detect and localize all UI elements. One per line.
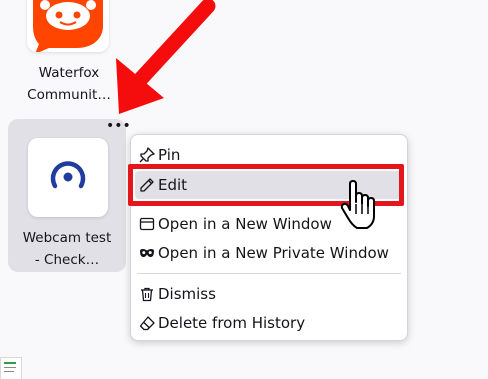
thumbnail-line xyxy=(4,371,14,372)
new-tab-page: Waterfox Communit… Webcam test - Check… … xyxy=(0,0,488,379)
thumbnail-line xyxy=(4,367,16,368)
thumbnail-line xyxy=(4,362,16,364)
tile-thumbnail-partial[interactable] xyxy=(0,357,22,379)
hand-cursor-icon xyxy=(340,180,375,229)
red-arrow-annotation xyxy=(116,0,216,114)
